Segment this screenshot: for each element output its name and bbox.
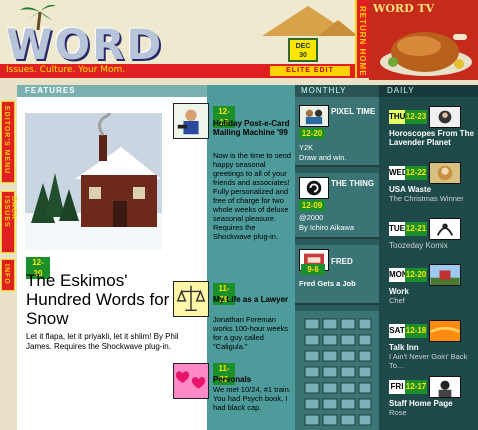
building-windows (304, 318, 372, 426)
date-tag: 12-22 (405, 166, 427, 180)
list-item: 12-20 PIXEL TIME Y2K Draw and win. (295, 105, 379, 165)
scales-of-justice-thumbnail[interactable] (173, 281, 209, 317)
item-description: We met 10/24, #1 train. You had Psych bo… (213, 385, 291, 412)
logo-banner[interactable]: WORD DEC 30 (0, 0, 355, 64)
building-awning (295, 303, 379, 311)
pixel-time-thumbnail[interactable] (299, 105, 329, 127)
date-tag: 12-23 (405, 110, 427, 124)
talk-inn-thumbnail (429, 320, 461, 342)
list-item[interactable]: FRI 12-17 Staff Home Page Rose (379, 375, 478, 429)
return-home-tab[interactable]: RETURN HOME (355, 0, 369, 78)
date-tag: 12-17 (405, 380, 427, 394)
item-title-link[interactable]: Personals (213, 375, 293, 384)
item-title-link[interactable]: Holiday Post-e-Card Mailing Machine '99 (213, 119, 293, 137)
list-item: 11-29 My Life as a Lawyer Jonathan Forem… (173, 281, 295, 361)
date-tag: 12-20 (405, 268, 427, 282)
features-header: FEATURES (17, 85, 207, 97)
feature-title-link[interactable]: The Eskimos' Hundred Words for Snow (26, 271, 196, 328)
day-label: SAT (389, 324, 405, 338)
day-label: THU (389, 110, 405, 124)
daily-header: DAILY (379, 85, 478, 97)
item-subtitle: @2000 (299, 213, 324, 222)
item-description: Rose (389, 408, 407, 417)
item-description: Chef (389, 296, 405, 305)
item-title-link[interactable]: My Life as a Lawyer (213, 295, 293, 304)
day-label: FRI (389, 380, 405, 394)
day-label: MON (389, 268, 408, 282)
staff-home-page-thumbnail (429, 376, 461, 398)
day-label: WED (389, 166, 408, 180)
monthly-header: MONTHLY (295, 85, 379, 97)
list-item[interactable]: MON 12-20 Work Chef (379, 263, 478, 317)
monthly-column: MONTHLY 12-20 PIXEL TIME Y2K Draw and wi… (295, 85, 379, 430)
list-item[interactable]: SAT 12-18 Talk Inn I Ain't Never Goin' B… (379, 319, 478, 373)
postcard-machine-thumbnail[interactable] (173, 103, 209, 139)
issue-date-badge: DEC 30 (288, 38, 318, 62)
date-tag: 12-09 (299, 200, 325, 211)
horoscope-thumbnail (429, 106, 461, 128)
item-title-link[interactable]: Toozeday Komix (389, 241, 477, 250)
snowy-cabin-image[interactable] (25, 113, 162, 250)
item-title-link[interactable]: USA Waste (389, 185, 477, 194)
tagline: Issues. Culture. Your Mom. (6, 65, 126, 75)
item-description: I Ain't Never Goin' Back To... (389, 352, 468, 370)
middle-features-column: 12-13 Holiday Post-e-Card Mailing Machin… (173, 85, 295, 430)
list-item: 12-13 Holiday Post-e-Card Mailing Machin… (173, 103, 295, 293)
list-item[interactable]: WED 12-22 USA Waste The Christmas Winner (379, 161, 478, 215)
item-description: By Ichiro Aikawa (299, 223, 355, 232)
back-issues-tab[interactable]: BACK ISSUES (1, 191, 17, 253)
daily-column: DAILY THU 12-23 Horoscopes From The Lave… (379, 85, 478, 430)
date-tag: 12-20 (299, 128, 325, 139)
toozeday-komix-thumbnail (429, 218, 461, 240)
list-item: 11-22 Personals We met 10/24, #1 train. … (173, 363, 295, 429)
date-tag: 12-21 (405, 222, 427, 236)
hearts-thumbnail[interactable] (173, 363, 209, 399)
item-title-link[interactable]: Horoscopes From The Lavender Planet (389, 129, 477, 147)
site-header: WORD DEC 30 Issues. Culture. Your Mom. E… (0, 0, 478, 85)
item-description: Draw and win. (299, 153, 347, 162)
date-tag: 9-6 (301, 264, 325, 275)
item-title-link[interactable]: Staff Home Page (389, 399, 477, 408)
item-description: Fred Gets a Job (299, 279, 356, 288)
item-description: Jonathan Foreman works 100-hour weeks fo… (213, 315, 289, 351)
word-tv-panel[interactable]: WORD TV (369, 0, 478, 80)
item-title-link[interactable]: THE THING (331, 179, 377, 188)
logo-wordmark: WORD (6, 20, 164, 64)
list-item[interactable]: THU 12-23 Horoscopes From The Lavender P… (379, 105, 478, 159)
info-tab[interactable]: INFO (1, 259, 15, 291)
roast-turkey-image (380, 32, 472, 76)
item-title-link[interactable]: Work (389, 287, 477, 296)
building-awning (295, 237, 379, 245)
item-description: The Christmas Winner (389, 194, 464, 203)
building-awning (295, 165, 379, 173)
word-tv-label: WORD TV (373, 2, 435, 15)
the-thing-thumbnail[interactable] (299, 177, 329, 199)
item-description: Now is the time to send happy seasonal g… (213, 151, 291, 241)
work-thumbnail (429, 264, 461, 286)
date-tag: 12-18 (405, 324, 427, 338)
item-subtitle: Y2K (299, 143, 314, 152)
list-item: 9-6 FRED Fred Gets a Job (295, 249, 379, 299)
list-item: 12-09 THE THING @2000 By Ichiro Aikawa (295, 177, 379, 235)
usa-waste-thumbnail (429, 162, 461, 184)
item-title-link[interactable]: FRED (331, 257, 377, 266)
editors-menu-tab[interactable]: EDITOR'S MENU (1, 101, 15, 183)
elite-edit-button[interactable]: ELITE EDIT (270, 66, 350, 76)
item-title-link[interactable]: PIXEL TIME (331, 107, 377, 116)
feature-description: Let it flapa, let it priyakli, let it sh… (26, 332, 179, 351)
left-nav-tabs: EDITOR'S MENU BACK ISSUES INFO (0, 85, 17, 430)
day-label: TUE (389, 222, 405, 236)
item-title-link[interactable]: Talk Inn (389, 343, 477, 352)
